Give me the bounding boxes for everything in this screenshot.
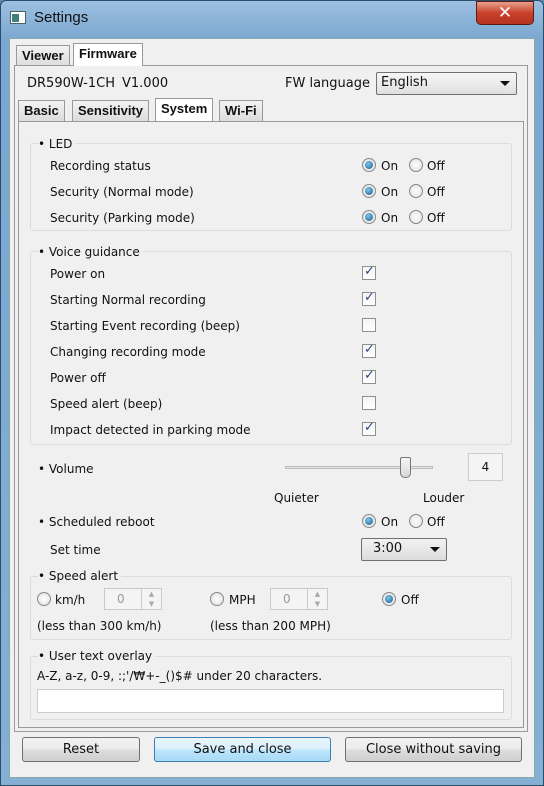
voice-checkbox[interactable] xyxy=(362,396,376,410)
overlay-hint: A-Z, a-z, 0-9, :;'/₩+-_()$# under 20 cha… xyxy=(37,669,323,683)
fw-language-select[interactable]: English xyxy=(376,72,517,95)
reboot-on-radio[interactable] xyxy=(362,514,376,528)
chevron-down-icon xyxy=(430,547,440,552)
volume-value: 4 xyxy=(468,453,503,481)
voice-checkbox[interactable] xyxy=(362,420,376,436)
volume-label: • Volume xyxy=(38,462,94,476)
tab-basic[interactable]: Basic xyxy=(18,100,65,121)
reboot-off-radio[interactable] xyxy=(409,514,423,528)
kmh-note: (less than 300 km/h) xyxy=(37,619,162,633)
voice-row-label: Power on xyxy=(50,267,106,281)
tab-sensitivity[interactable]: Sensitivity xyxy=(72,100,150,121)
louder-label: Louder xyxy=(423,491,465,505)
led-off-label: Off xyxy=(427,211,445,225)
close-button[interactable]: ✕ xyxy=(476,1,534,25)
led-off-radio[interactable] xyxy=(409,210,423,224)
set-time-label: Set time xyxy=(50,543,101,557)
reboot-off-label: Off xyxy=(427,515,445,529)
voice-checkbox[interactable] xyxy=(362,318,376,332)
model-label: DR590W-1CH xyxy=(27,76,115,91)
voice-row-label: Impact detected in parking mode xyxy=(50,423,251,437)
reboot-on-label: On xyxy=(381,515,399,529)
overlay-title: • User text overlay xyxy=(38,649,156,663)
led-title: • LED xyxy=(38,137,76,151)
voice-checkbox[interactable] xyxy=(362,342,376,358)
led-off-radio[interactable] xyxy=(409,158,423,172)
led-off-radio[interactable] xyxy=(409,184,423,198)
speed-off-radio[interactable] xyxy=(382,592,396,606)
mph-note: (less than 200 MPH) xyxy=(210,619,331,633)
quieter-label: Quieter xyxy=(274,491,319,505)
led-row-label: Security (Normal mode) xyxy=(50,185,194,199)
led-off-label: Off xyxy=(427,159,445,173)
kmh-value: 0 xyxy=(117,592,125,606)
tab-system[interactable]: System xyxy=(155,98,214,121)
window-title: Settings xyxy=(34,9,89,26)
voice-row-label: Changing recording mode xyxy=(50,345,206,359)
voice-checkbox[interactable] xyxy=(362,290,376,306)
save-and-close-button[interactable]: Save and close xyxy=(154,737,331,762)
voice-row-label: Starting Normal recording xyxy=(50,293,206,307)
reset-button[interactable]: Reset xyxy=(22,737,140,762)
voice-checkbox[interactable] xyxy=(362,368,376,384)
speed-alert-title: • Speed alert xyxy=(38,569,122,583)
kmh-spinner[interactable]: 0 ▲ ▼ xyxy=(104,588,162,610)
close-without-saving-button[interactable]: Close without saving xyxy=(345,737,522,762)
tab-firmware[interactable]: Firmware xyxy=(73,43,143,66)
led-on-label: On xyxy=(381,211,399,225)
spinner-arrows-icon[interactable]: ▲ ▼ xyxy=(307,589,327,609)
set-time-value: 3:00 xyxy=(373,541,403,556)
mph-radio[interactable] xyxy=(210,592,224,606)
led-row-label: Recording status xyxy=(50,159,151,173)
version-label: V1.000 xyxy=(122,76,169,91)
kmh-radio[interactable] xyxy=(37,592,51,606)
app-icon xyxy=(10,11,26,24)
volume-slider-thumb[interactable] xyxy=(399,457,411,478)
kmh-label: km/h xyxy=(55,593,86,607)
voice-row-label: Power off xyxy=(50,371,106,385)
led-row-label: Security (Parking mode) xyxy=(50,211,195,225)
voice-row-label: Starting Event recording (beep) xyxy=(50,319,240,333)
set-time-select[interactable]: 3:00 xyxy=(361,538,447,561)
fw-language-value: English xyxy=(381,75,428,90)
voice-checkbox[interactable] xyxy=(362,264,376,280)
voice-title: • Voice guidance xyxy=(38,245,143,259)
led-on-radio[interactable] xyxy=(362,158,376,172)
speed-off-label: Off xyxy=(401,593,419,607)
fw-language-label: FW language xyxy=(285,76,370,91)
close-icon: ✕ xyxy=(497,3,513,23)
led-on-radio[interactable] xyxy=(362,184,376,198)
led-off-label: Off xyxy=(427,185,445,199)
chevron-down-icon xyxy=(500,81,510,86)
spinner-arrows-icon[interactable]: ▲ ▼ xyxy=(141,589,161,609)
led-on-radio[interactable] xyxy=(362,210,376,224)
overlay-text-input[interactable] xyxy=(37,689,504,713)
led-on-label: On xyxy=(381,185,399,199)
mph-spinner[interactable]: 0 ▲ ▼ xyxy=(270,588,328,610)
tab-wifi[interactable]: Wi-Fi xyxy=(219,100,263,121)
mph-label: MPH xyxy=(229,593,256,607)
voice-row-label: Speed alert (beep) xyxy=(50,397,163,411)
reboot-label: • Scheduled reboot xyxy=(38,515,155,529)
tab-viewer[interactable]: Viewer xyxy=(16,45,70,66)
mph-value: 0 xyxy=(283,592,291,606)
led-on-label: On xyxy=(381,159,399,173)
